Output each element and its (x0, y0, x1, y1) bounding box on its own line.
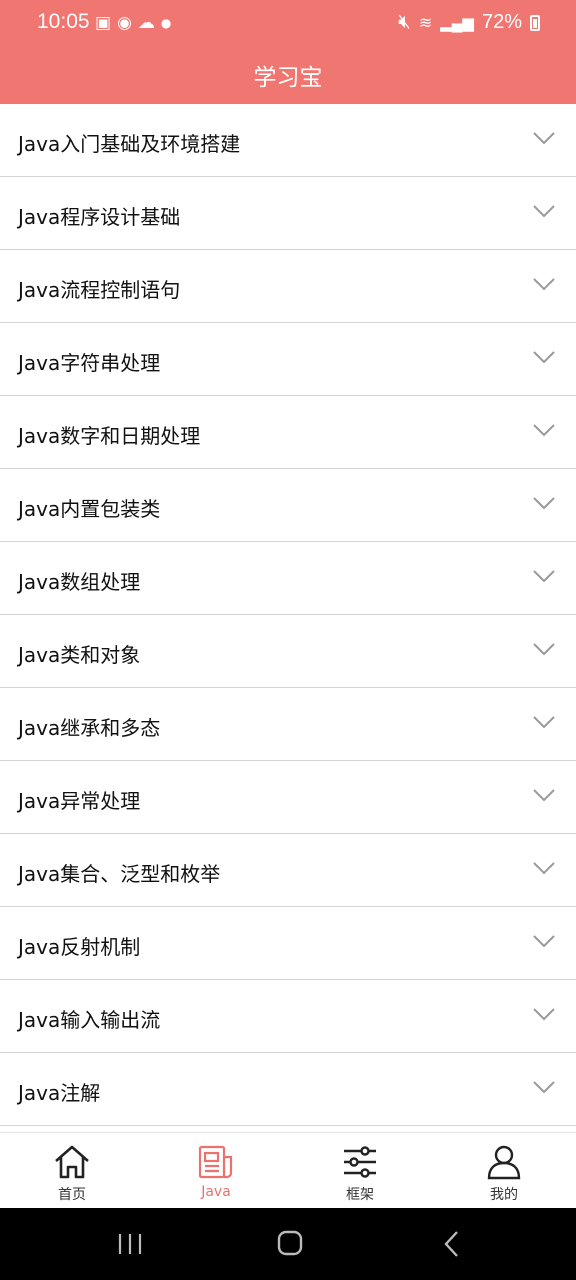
chevron-down-icon[interactable] (532, 131, 556, 145)
user-icon (487, 1145, 521, 1180)
signal-icon: ▂▄▆ (440, 14, 474, 32)
chevron-down-icon[interactable] (532, 1080, 556, 1094)
app-notification-icon: ◉ (117, 13, 132, 33)
chevron-down-icon[interactable] (532, 496, 556, 510)
chevron-down-icon[interactable] (532, 204, 556, 218)
chevron-down-icon[interactable] (532, 861, 556, 875)
list-item[interactable]: Java数组处理 (0, 542, 576, 615)
list-item[interactable]: Java流程控制语句 (0, 250, 576, 323)
home-button[interactable] (270, 1226, 310, 1262)
list-item[interactable]: Java类和对象 (0, 615, 576, 688)
bottom-tab-bar: 首页 Java 框架 我的 (0, 1132, 576, 1208)
chevron-down-icon[interactable] (532, 715, 556, 729)
battery-level: 72% (481, 11, 522, 33)
notification-icons: ▣ ◉ ☁ ● (95, 13, 171, 33)
topic-label: Java异常处理 (18, 789, 141, 813)
article-icon (198, 1145, 233, 1179)
sliders-icon (344, 1146, 376, 1178)
topic-label: Java内置包装类 (18, 497, 161, 521)
chevron-down-icon[interactable] (532, 1007, 556, 1021)
tab-java-label: Java (201, 1184, 231, 1200)
topic-label: Java反射机制 (18, 935, 141, 959)
topic-label: Java数字和日期处理 (18, 424, 201, 448)
battery-icon (530, 14, 540, 31)
topic-label: Java流程控制语句 (18, 278, 181, 302)
tab-home-label: 首页 (58, 1187, 86, 1203)
chevron-down-icon[interactable] (532, 788, 556, 802)
topic-label: Java输入输出流 (18, 1008, 161, 1032)
topic-label: Java数组处理 (18, 570, 141, 594)
topic-label: Java字符串处理 (18, 351, 161, 375)
topic-label: Java类和对象 (18, 643, 141, 667)
topic-list: Java入门基础及环境搭建 Java程序设计基础 Java流程控制语句 Java字符串… (0, 104, 576, 1132)
list-item[interactable]: Java入门基础及环境搭建 (0, 104, 576, 177)
page-title: 学习宝 (253, 65, 323, 91)
list-item[interactable]: Java程序设计基础 (0, 177, 576, 250)
tab-framework[interactable]: 框架 (288, 1133, 432, 1209)
gallery-icon: ▣ (95, 13, 112, 33)
cloud-icon: ☁ (137, 13, 155, 33)
list-item[interactable]: Java反射机制 (0, 907, 576, 980)
topic-label: Java继承和多态 (18, 716, 161, 740)
chevron-down-icon[interactable] (532, 277, 556, 291)
list-item[interactable]: Java字符串处理 (0, 323, 576, 396)
topic-label: Java集合、泛型和枚举 (18, 862, 221, 886)
list-item[interactable]: Java内置包装类 (0, 469, 576, 542)
tab-mine[interactable]: 我的 (432, 1133, 576, 1209)
app-header: 10:05 ▣ ◉ ☁ ● 🔇︎ ≋ ▂▄▆ 72% 学习宝 (0, 0, 576, 104)
system-navigation-bar (0, 1208, 576, 1280)
mute-icon: 🔇︎ (398, 11, 411, 33)
chevron-down-icon[interactable] (532, 350, 556, 364)
status-bar: 10:05 ▣ ◉ ☁ ● 🔇︎ ≋ ▂▄▆ 72% (0, 0, 576, 46)
list-item[interactable]: Java集合、泛型和枚举 (0, 834, 576, 907)
chevron-down-icon[interactable] (532, 642, 556, 656)
system-status: 🔇︎ ≋ ▂▄▆ 72% (398, 11, 540, 34)
wifi-icon: ≋ (418, 14, 433, 32)
home-icon (55, 1145, 89, 1179)
list-item[interactable]: Java继承和多态 (0, 688, 576, 761)
dot-icon: ● (160, 16, 172, 30)
tab-mine-label: 我的 (490, 1187, 518, 1203)
status-time: 10:05 (37, 10, 90, 33)
recent-apps-button[interactable] (110, 1226, 150, 1262)
chevron-down-icon[interactable] (532, 423, 556, 437)
topic-label: Java注解 (18, 1081, 101, 1105)
tab-home[interactable]: 首页 (0, 1133, 144, 1209)
list-item[interactable]: Java输入输出流 (0, 980, 576, 1053)
topic-label: Java入门基础及环境搭建 (18, 132, 241, 156)
chevron-down-icon[interactable] (532, 569, 556, 583)
chevron-down-icon[interactable] (532, 934, 556, 948)
topic-label: Java程序设计基础 (18, 205, 181, 229)
tab-framework-label: 框架 (346, 1187, 374, 1203)
back-button[interactable] (432, 1226, 472, 1262)
list-item[interactable]: Java注解 (0, 1053, 576, 1126)
list-item[interactable]: Java异常处理 (0, 761, 576, 834)
list-item[interactable]: Java数字和日期处理 (0, 396, 576, 469)
tab-java[interactable]: Java (144, 1133, 288, 1209)
